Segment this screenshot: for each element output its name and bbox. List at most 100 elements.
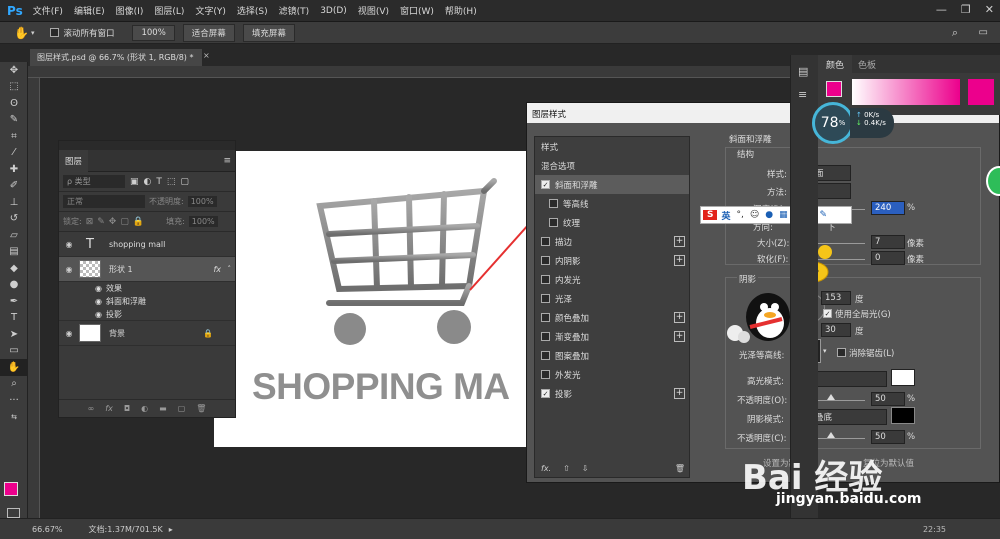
healing-tool-icon[interactable]: ✚	[0, 161, 28, 178]
color-tab[interactable]: 颜色	[818, 54, 853, 74]
add-instance-icon[interactable]: +	[674, 236, 685, 247]
menu-view[interactable]: 视图(V)	[358, 4, 389, 17]
style-item-drop-shadow[interactable]: ✓ 投影 +	[535, 384, 689, 403]
checkbox[interactable]	[541, 294, 550, 303]
hand-tool-icon[interactable]: ✋	[0, 359, 28, 376]
fill-field[interactable]: 100%	[188, 216, 218, 227]
highlight-color-swatch[interactable]	[891, 369, 915, 386]
quick-select-tool-icon[interactable]: ✎	[0, 112, 28, 129]
menu-edit[interactable]: 编辑(E)	[74, 4, 105, 17]
menu-window[interactable]: 窗口(W)	[400, 4, 434, 17]
filter-shape-icon[interactable]: ⬚	[167, 177, 176, 187]
checkbox[interactable]	[541, 351, 550, 360]
restore-icon[interactable]: ❐	[961, 3, 971, 16]
scroll-all-checkbox[interactable]	[50, 28, 60, 37]
shape-tool-icon[interactable]: ▭	[0, 343, 28, 360]
lock-artboard-icon[interactable]: ▢	[120, 217, 129, 227]
workspace-icon[interactable]: ▭	[979, 27, 988, 38]
zoom-tool-icon[interactable]: ⌕	[0, 376, 28, 393]
crop-tool-icon[interactable]: ⌗	[0, 128, 28, 145]
search-icon[interactable]: ⌕	[952, 26, 958, 40]
checkbox[interactable]	[541, 237, 550, 246]
fx-menu-icon[interactable]: fx.	[541, 464, 551, 473]
history-brush-tool-icon[interactable]: ↺	[0, 211, 28, 228]
menu-file[interactable]: 文件(F)	[33, 4, 63, 17]
filter-pixel-icon[interactable]: ▣	[130, 177, 139, 187]
add-instance-icon[interactable]: +	[674, 388, 685, 399]
highlight-opacity-field[interactable]: 50	[871, 392, 905, 406]
fit-screen-button[interactable]: 适合屏幕	[182, 23, 235, 42]
effect-eye-icon[interactable]: ◉	[95, 297, 102, 306]
lock-pixels-icon[interactable]: ⊠	[86, 217, 94, 227]
filter-adjust-icon[interactable]: ◐	[144, 177, 152, 187]
layer-kind-filter[interactable]: ρ 类型	[63, 175, 125, 188]
move-tool-icon[interactable]: ✥	[0, 62, 28, 79]
properties-panel-icon[interactable]: ≡	[798, 88, 818, 101]
lock-all-icon[interactable]: 🔒	[133, 217, 144, 227]
effect-eye-icon[interactable]: ◉	[95, 284, 102, 293]
visibility-eye-icon[interactable]: ◉	[59, 329, 79, 338]
layer-row-shape[interactable]: ◉ 形状 1 fx ˄	[59, 257, 235, 282]
ime-language-toggle[interactable]: 英	[721, 209, 730, 222]
hand-tool-icon[interactable]: ✋	[14, 26, 29, 40]
depth-field[interactable]: 240	[871, 201, 905, 215]
brush-tool-icon[interactable]: ✐	[0, 178, 28, 195]
opacity-field[interactable]: 100%	[187, 196, 217, 207]
altitude-field[interactable]: 30	[821, 323, 851, 337]
style-item-inner-shadow[interactable]: 内阴影 +	[535, 251, 689, 270]
punctuation-icon[interactable]: °,	[737, 210, 744, 220]
angle-field[interactable]: 153	[821, 291, 851, 305]
effect-row-shadow[interactable]: ◉ 投影	[59, 308, 235, 321]
minimize-icon[interactable]: —	[936, 3, 947, 16]
menu-filter[interactable]: 滤镜(T)	[279, 4, 310, 17]
pen-tool-icon[interactable]: ✒	[0, 293, 28, 310]
menu-select[interactable]: 选择(S)	[237, 4, 268, 17]
gradient-tool-icon[interactable]: ▤	[0, 244, 28, 261]
new-group-icon[interactable]: ▬	[159, 404, 167, 413]
effects-row[interactable]: ◉ 效果	[59, 282, 235, 295]
soften-field[interactable]: 0	[871, 251, 905, 265]
style-item[interactable]: 样式	[535, 137, 689, 156]
filter-type-icon[interactable]: T	[156, 177, 162, 187]
checkbox[interactable]	[541, 256, 550, 265]
blur-tool-icon[interactable]: ◆	[0, 260, 28, 277]
delete-layer-icon[interactable]: 🗑	[196, 404, 206, 413]
color-fg-swatch[interactable]	[826, 81, 842, 97]
effect-eye-icon[interactable]: ◉	[95, 310, 102, 319]
more-tools-icon[interactable]: ···	[0, 392, 28, 409]
style-item-color-overlay[interactable]: 颜色叠加 +	[535, 308, 689, 327]
marquee-tool-icon[interactable]: ⬚	[0, 79, 28, 96]
zoom-100-button[interactable]: 100%	[132, 24, 175, 41]
menu-image[interactable]: 图像(I)	[116, 4, 144, 17]
document-tab[interactable]: 图层样式.psd @ 66.7% (形状 1, RGB/8) *	[30, 49, 202, 66]
filter-smart-icon[interactable]: ▢	[180, 177, 189, 187]
checkbox[interactable]: ✓	[541, 180, 550, 189]
style-item-bevel[interactable]: ✓ 斜面和浮雕	[535, 175, 689, 194]
checkbox[interactable]	[541, 313, 550, 322]
expand-effects-icon[interactable]: ˄	[228, 265, 232, 273]
menu-help[interactable]: 帮助(H)	[445, 4, 477, 17]
shadow-color-swatch[interactable]	[891, 407, 915, 424]
fill-screen-button[interactable]: 填充屏幕	[242, 23, 295, 42]
sogou-logo[interactable]: S	[703, 210, 718, 220]
path-select-tool-icon[interactable]: ➤	[0, 326, 28, 343]
add-instance-icon[interactable]: +	[674, 255, 685, 266]
link-layers-icon[interactable]: ∞	[88, 404, 95, 413]
emoji-icon[interactable]: ☺	[750, 210, 759, 220]
voice-icon[interactable]: ●	[765, 210, 773, 220]
swap-colors-icon[interactable]: ⇆	[0, 409, 28, 426]
size-field[interactable]: 7	[871, 235, 905, 249]
style-item-pattern-overlay[interactable]: 图案叠加	[535, 346, 689, 365]
lock-paint-icon[interactable]: ✎	[97, 217, 105, 227]
checkbox[interactable]	[549, 199, 558, 208]
visibility-eye-icon[interactable]: ◉	[59, 240, 79, 249]
shadow-opacity-knob[interactable]	[827, 432, 835, 438]
add-mask-icon[interactable]: ◘	[124, 404, 130, 413]
delete-effect-icon[interactable]: 🗑	[675, 464, 685, 473]
menu-3d[interactable]: 3D(D)	[320, 6, 347, 16]
style-item-stroke[interactable]: 描边 +	[535, 232, 689, 251]
adjustment-layer-icon[interactable]: ◐	[141, 404, 148, 413]
lock-move-icon[interactable]: ✥	[109, 217, 117, 227]
eraser-tool-icon[interactable]: ▱	[0, 227, 28, 244]
layers-tab[interactable]: 图层	[59, 149, 89, 172]
